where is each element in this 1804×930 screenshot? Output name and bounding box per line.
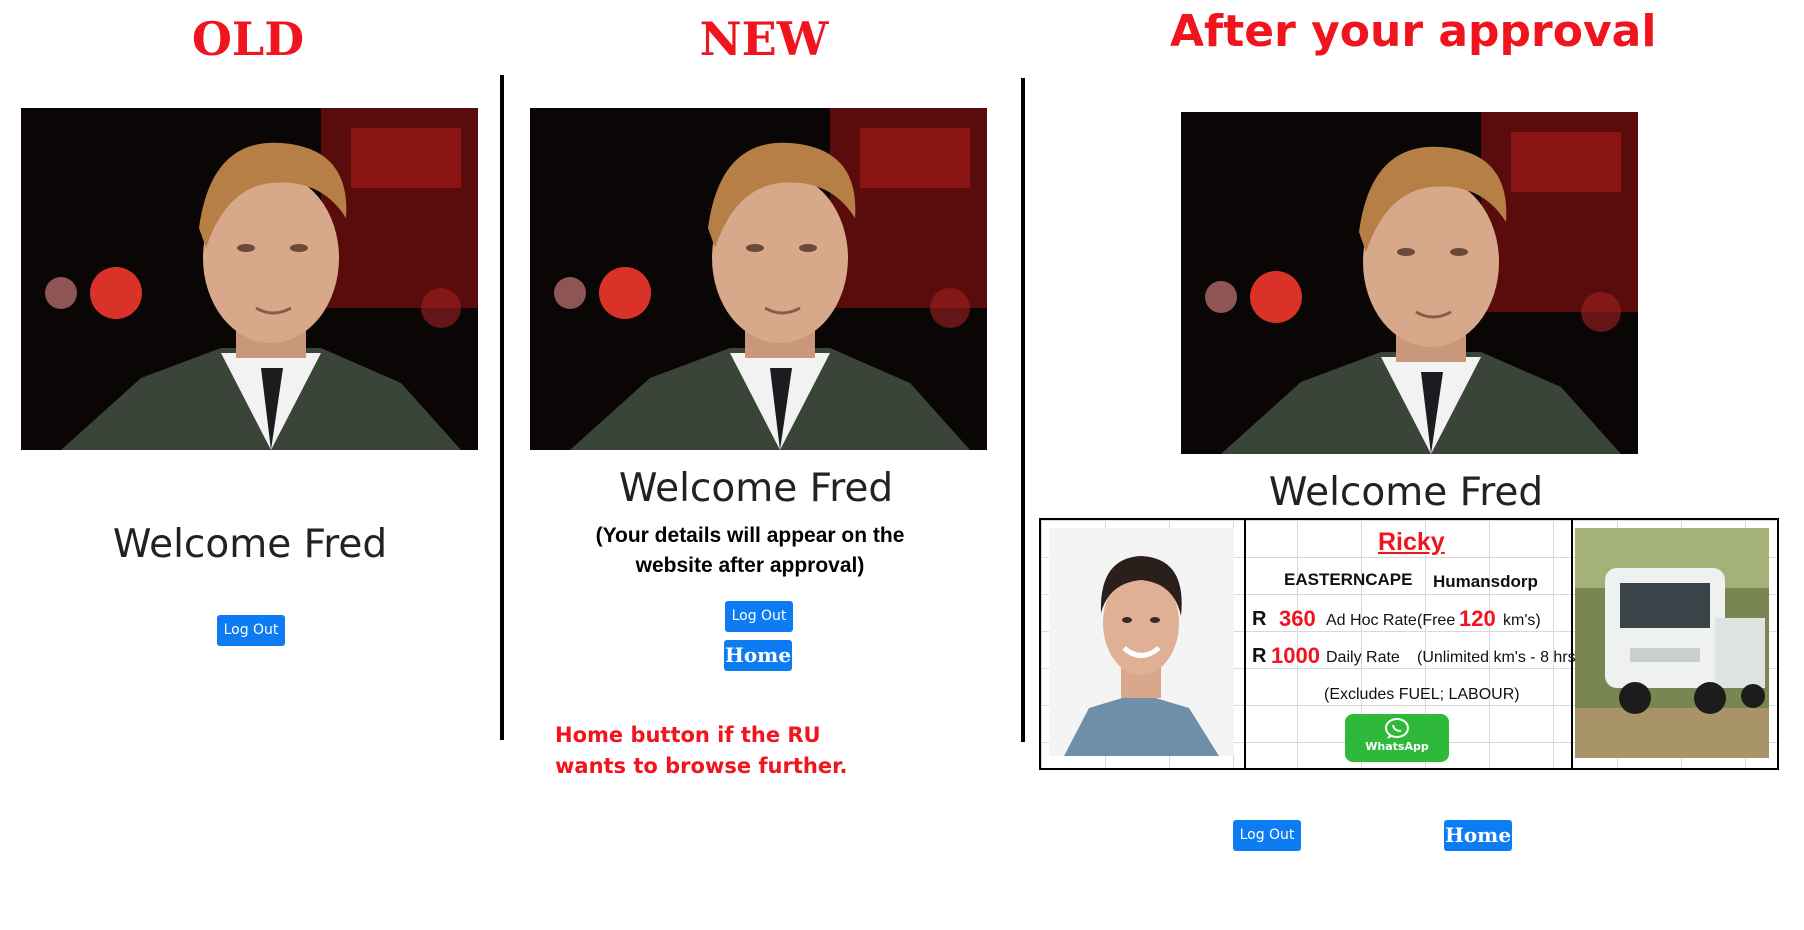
logout-button-old[interactable]: Log Out: [217, 615, 285, 646]
daily-rate-note: (Unlimited km's - 8 hrs): [1417, 649, 1581, 666]
adhoc-rate-label: Ad Hoc Rate: [1326, 612, 1417, 629]
logout-button-approved[interactable]: Log Out: [1233, 820, 1301, 851]
provider-photo: [1049, 528, 1234, 756]
daily-rate-label: Daily Rate: [1326, 649, 1400, 666]
whatsapp-icon: [1384, 718, 1410, 740]
currency-adhoc: R: [1252, 608, 1267, 630]
home-button-new[interactable]: Home: [724, 640, 792, 671]
approval-note-line1: (Your details will appear on the: [595, 524, 905, 547]
home-button-approved[interactable]: Home: [1444, 820, 1512, 851]
free-km-prefix: (Free: [1417, 612, 1456, 629]
profile-photo-approved: [1181, 112, 1638, 454]
free-km-suffix: km's): [1503, 612, 1541, 629]
approval-note-line2: website after approval): [635, 554, 865, 577]
annotation-line2: wants to browse further.: [555, 754, 848, 778]
divider-left: [500, 75, 504, 740]
new-heading: NEW: [699, 12, 829, 66]
adhoc-rate-value: 360: [1279, 606, 1316, 631]
daily-rate-value: 1000: [1271, 643, 1320, 668]
annotation-line1: Home button if the RU: [555, 723, 821, 747]
after-approval-heading: After your approval: [1170, 6, 1657, 57]
card-divider-2: [1571, 520, 1573, 768]
welcome-text-approved: Welcome Fred: [1268, 470, 1544, 515]
region-label: EASTERNCAPE: [1284, 570, 1413, 589]
town-label: Humansdorp: [1433, 572, 1538, 591]
whatsapp-label: WhatsApp: [1365, 740, 1429, 753]
welcome-text-old: Welcome Fred: [112, 522, 388, 567]
profile-photo-old: [21, 108, 478, 450]
vehicle-photo: [1575, 528, 1769, 758]
divider-right: [1021, 78, 1025, 742]
whatsapp-button[interactable]: WhatsApp: [1345, 714, 1449, 762]
welcome-text-new: Welcome Fred: [618, 466, 894, 511]
listing-card: Ricky EASTERNCAPE Humansdorp R 360 Ad Ho…: [1039, 518, 1779, 770]
free-km-value: 120: [1459, 606, 1496, 631]
old-heading: OLD: [191, 12, 305, 66]
logout-button-new[interactable]: Log Out: [725, 601, 793, 632]
provider-name: Ricky: [1378, 528, 1445, 556]
currency-daily: R: [1252, 645, 1267, 667]
card-divider-1: [1244, 520, 1246, 768]
excludes-note: (Excludes FUEL; LABOUR): [1324, 686, 1520, 703]
profile-photo-new: [530, 108, 987, 450]
